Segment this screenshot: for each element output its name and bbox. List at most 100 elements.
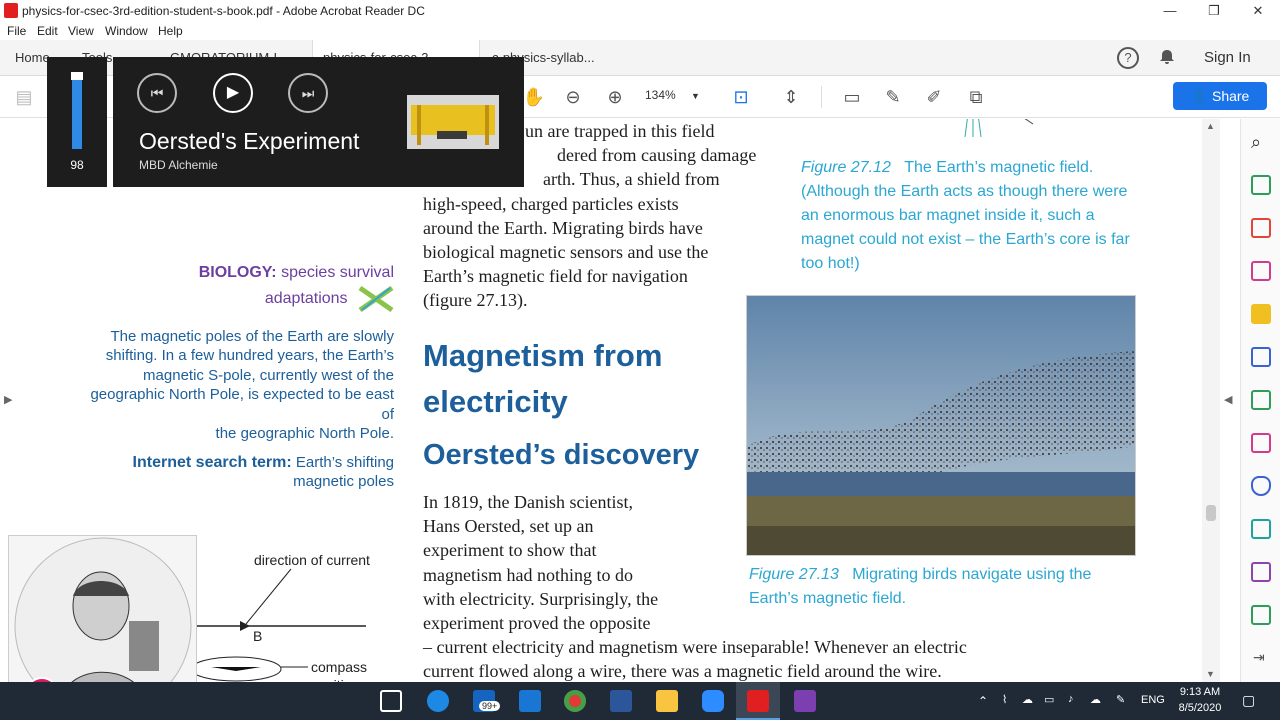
save-icon[interactable]: ▤ (11, 84, 37, 110)
figure-label: Figure 27.12 (801, 159, 891, 176)
clock-time: 9:13 AM (1179, 686, 1221, 698)
close-button[interactable]: ✕ (1236, 0, 1280, 22)
figure-label: Figure 27.13 (749, 566, 839, 583)
onenote-icon[interactable] (794, 690, 816, 712)
previous-track-button[interactable]: ⏮ (137, 73, 177, 113)
collapse-panel-icon[interactable]: ⇥ (1253, 649, 1265, 666)
stamp-icon[interactable]: ⧉ (963, 84, 989, 110)
sidebar-line: the geographic North Pole. (215, 425, 394, 443)
acrobat-icon (747, 690, 769, 712)
menu-help[interactable]: Help (158, 24, 183, 38)
fill-sign-icon[interactable] (1251, 433, 1271, 453)
internet-search-term: Internet search term: Earth’s shifting m… (76, 453, 394, 492)
scroll-up-arrow-icon[interactable]: ▲ (1206, 121, 1215, 131)
show-hidden-icons-icon[interactable]: ⌃ (978, 694, 988, 708)
highlight-icon[interactable]: ✐ (921, 84, 947, 110)
volume-level: 98 (70, 158, 84, 172)
maximize-button[interactable]: ❐ (1192, 0, 1236, 22)
volume-track[interactable] (71, 72, 83, 149)
caption-line: Earth’s magnetic field. (749, 590, 907, 607)
caption-line: (Although the Earth acts as though there… (801, 183, 1128, 200)
volume-flyout: 98 (47, 57, 107, 187)
export-pdf-icon[interactable] (1251, 175, 1271, 195)
next-track-button[interactable]: ⏭ (288, 73, 328, 113)
menu-window[interactable]: Window (105, 24, 148, 38)
paragraph-line: experiment proved the opposite (423, 613, 651, 634)
share-button[interactable]: 👤 Share (1173, 82, 1267, 110)
migrating-birds-photo (746, 295, 1136, 556)
scroll-thumb[interactable] (1206, 505, 1216, 521)
help-icon[interactable]: ? (1117, 47, 1139, 69)
comment-tool-icon[interactable] (1251, 304, 1271, 324)
menu-view[interactable]: View (68, 24, 94, 38)
sidebar-subject: BIOLOGY: (198, 264, 277, 281)
create-pdf-icon[interactable] (1251, 218, 1271, 238)
menu-edit[interactable]: Edit (37, 24, 58, 38)
share-label: Share (1211, 88, 1250, 104)
share-tool-icon[interactable] (1251, 519, 1271, 539)
oersted-diagram: direction of current B compass position (190, 549, 396, 682)
search-icon[interactable]: ⌕ (1251, 132, 1261, 153)
menu-file[interactable]: File (7, 24, 26, 38)
acrobat-taskbar-button[interactable] (736, 682, 780, 720)
onedrive-icon[interactable]: ☁ (1090, 693, 1101, 706)
sidebar-topic-2: adaptations (264, 290, 348, 308)
edge-icon[interactable] (427, 690, 449, 712)
search-term-value-2: magnetic poles (293, 473, 394, 491)
minimize-button[interactable]: — (1148, 0, 1192, 22)
organize-pages-icon[interactable] (1251, 261, 1271, 281)
left-pane-toggle-icon[interactable]: ▶ (4, 393, 12, 406)
paragraph-line: – current electricity and magnetism were… (423, 637, 967, 658)
word-icon[interactable] (610, 690, 632, 712)
zoom-in-icon[interactable]: ⊕ (602, 84, 628, 110)
comment-icon[interactable]: ▭ (839, 84, 865, 110)
scroll-down-arrow-icon[interactable]: ▼ (1206, 669, 1215, 679)
crossed-arrows-icon (358, 285, 394, 313)
paragraph-line: Earth’s magnetic field for navigation (423, 266, 688, 287)
chrome-icon[interactable] (564, 690, 586, 712)
clock-date: 8/5/2020 (1178, 702, 1222, 714)
network-icon[interactable]: ⌇ (1002, 693, 1007, 706)
paragraph-line: high-speed, charged particles exists (423, 193, 679, 214)
bell-icon[interactable] (1158, 48, 1176, 66)
zoom-select[interactable]: 134% ▼ (645, 88, 707, 102)
sidebar-line: shifting. In a few hundred years, the Ea… (105, 347, 394, 365)
right-pane-toggle-icon[interactable]: ◀ (1224, 393, 1232, 406)
task-view-icon[interactable] (380, 690, 402, 712)
more-tools-icon[interactable] (1251, 605, 1271, 625)
volume-icon[interactable]: ♪ (1068, 693, 1074, 705)
zoom-app-icon[interactable] (702, 690, 724, 712)
protect-icon[interactable] (1251, 476, 1271, 496)
pen-icon[interactable]: ✎ (880, 84, 906, 110)
hand-tool-icon[interactable]: ✋ (521, 84, 547, 110)
diagram-label-b: B (253, 628, 263, 644)
combine-files-icon[interactable] (1251, 347, 1271, 367)
compress-pdf-icon[interactable] (1251, 390, 1271, 410)
media-controls-flyout: ⏮ ▶ ⏭ Oersted's Experiment MBD Alchemie (113, 57, 524, 187)
window-title: physics-for-csec-3rd-edition-student-s-b… (22, 4, 425, 18)
edit-pdf-icon[interactable] (1251, 562, 1271, 582)
scroll-mode-icon[interactable]: ⇕ (778, 84, 804, 110)
search-term-value: Earth’s shifting (295, 454, 394, 471)
cloud-icon[interactable]: ☁ (1022, 693, 1033, 706)
caption-line: The Earth’s magnetic field. (904, 159, 1094, 176)
chevron-down-icon: ▼ (691, 91, 700, 101)
zoom-value: 134% (645, 88, 676, 102)
clock[interactable]: 9:13 AM 8/5/2020 (1172, 686, 1228, 714)
fit-page-icon[interactable]: ⊡ (728, 84, 754, 110)
language-indicator[interactable]: ENG (1141, 694, 1165, 706)
store-icon[interactable] (519, 690, 541, 712)
file-explorer-icon[interactable] (656, 690, 678, 712)
pen-workspace-icon[interactable]: ✎ (1116, 693, 1125, 706)
zoom-out-icon[interactable]: ⊖ (560, 84, 586, 110)
sidebar-line: magnetic S-pole, currently west of the (143, 366, 394, 384)
volume-fill (72, 76, 82, 149)
track-artist: MBD Alchemie (139, 158, 218, 172)
vertical-scrollbar[interactable]: ▲ ▼ (1202, 119, 1220, 682)
action-center-icon[interactable]: ▢ (1242, 692, 1255, 709)
play-button[interactable]: ▶ (213, 73, 253, 113)
acrobat-app-icon (4, 3, 18, 18)
sign-in-link[interactable]: Sign In (1204, 49, 1251, 66)
battery-icon[interactable]: ▭ (1044, 693, 1054, 706)
volume-knob[interactable] (71, 72, 83, 80)
